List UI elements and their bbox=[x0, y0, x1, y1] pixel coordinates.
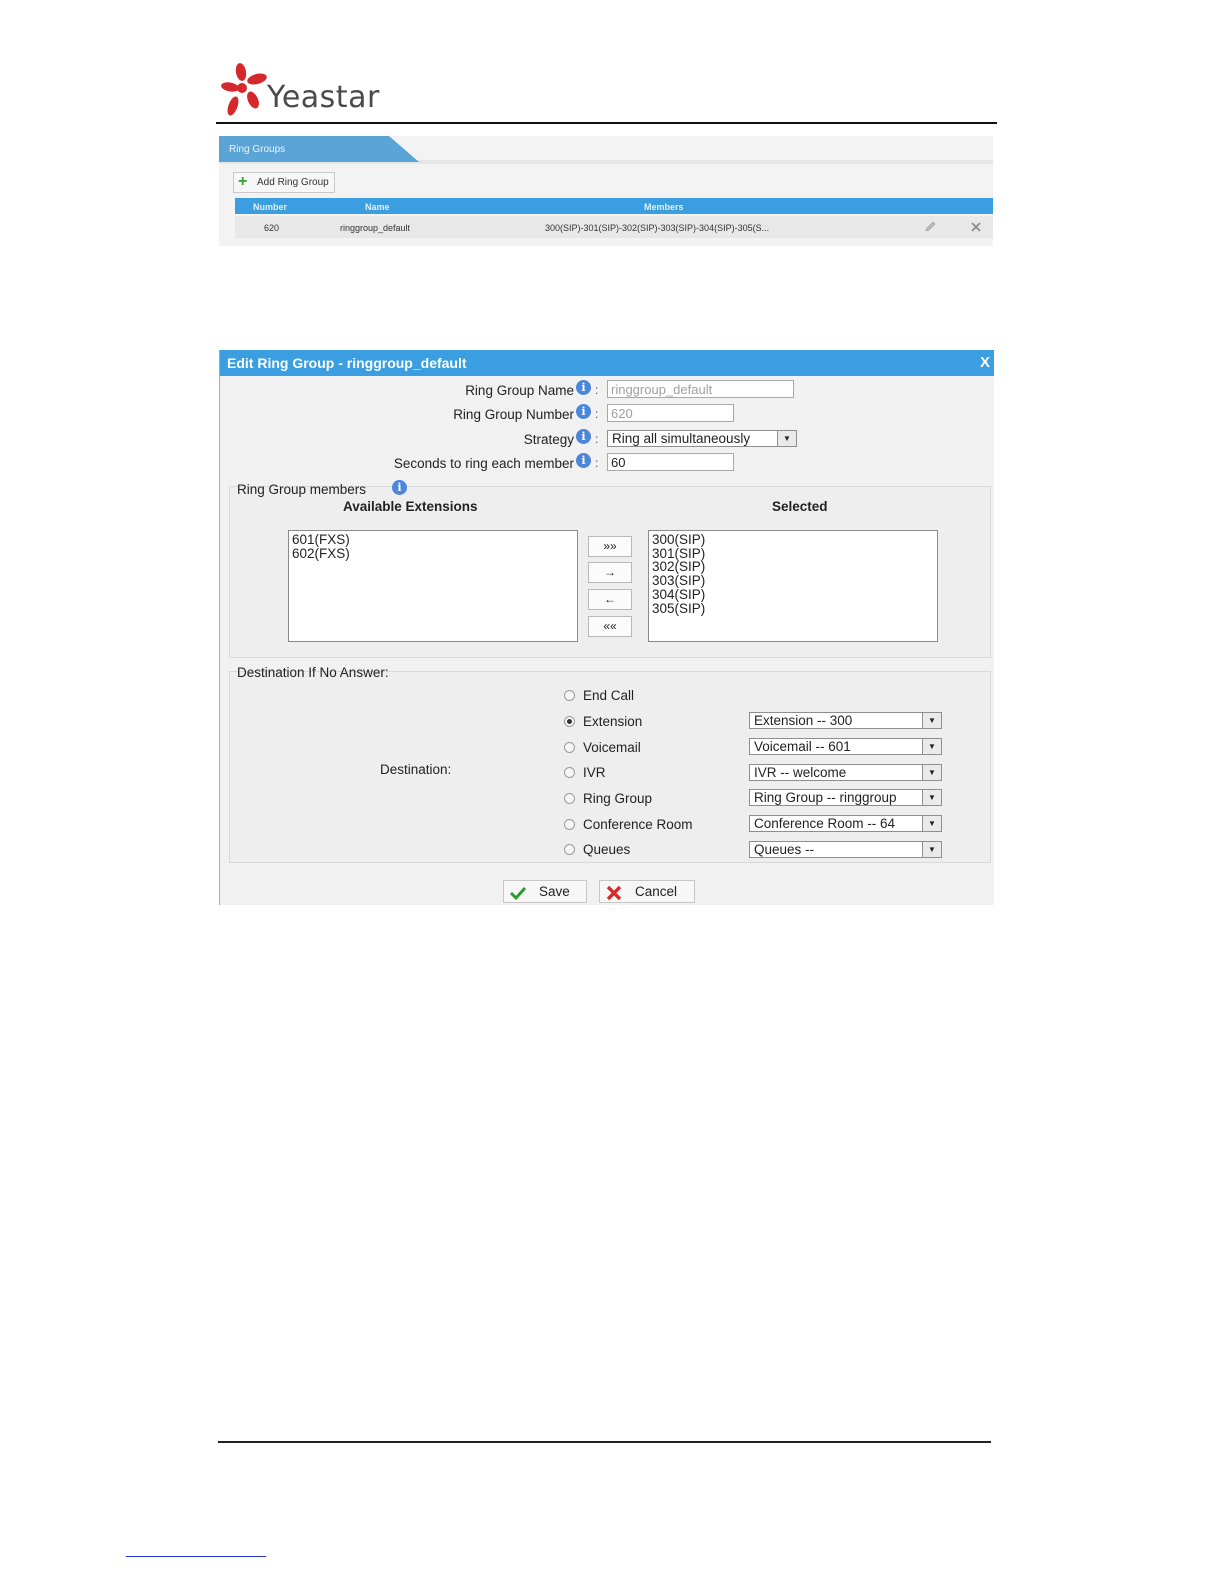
row-number: 620 bbox=[264, 223, 280, 233]
colon: : bbox=[595, 383, 599, 397]
seconds-row: Seconds to ring each member i : 60 bbox=[220, 453, 994, 475]
ring-group-number-row: Ring Group Number i : 620 bbox=[220, 404, 994, 426]
strategy-label: Strategy bbox=[523, 432, 574, 447]
available-heading: Available Extensions bbox=[343, 499, 478, 514]
row-name: ringgroup_default bbox=[340, 223, 411, 233]
delete-icon[interactable] bbox=[971, 222, 981, 232]
list-item[interactable]: 602(FXS) bbox=[292, 546, 574, 561]
footer-rule bbox=[218, 1441, 991, 1443]
option-conference-room[interactable]: Conference Room bbox=[564, 817, 754, 835]
queues-select[interactable]: Queues -- ▼ bbox=[749, 841, 942, 858]
radio-ring-group[interactable] bbox=[564, 793, 575, 804]
ring-group-number-input[interactable]: 620 bbox=[607, 404, 734, 422]
list-item[interactable]: 300(SIP) bbox=[652, 533, 934, 547]
flower-logo-icon bbox=[221, 63, 267, 116]
table-header: Number Name Members bbox=[235, 198, 993, 214]
header-rule bbox=[216, 122, 997, 124]
list-item[interactable]: 303(SIP) bbox=[652, 574, 934, 588]
option-end-call[interactable]: End Call bbox=[564, 688, 754, 706]
selected-extensions-list[interactable]: 300(SIP) 301(SIP) 302(SIP) 303(SIP) 304(… bbox=[648, 530, 938, 642]
radio-ivr[interactable] bbox=[564, 767, 575, 778]
extension-select[interactable]: Extension -- 300 ▼ bbox=[749, 712, 942, 729]
option-ring-group[interactable]: Ring Group bbox=[564, 791, 754, 809]
edit-icon[interactable] bbox=[924, 221, 936, 233]
strategy-row: Strategy i : Ring all simultaneously ▼ bbox=[220, 429, 994, 451]
chevron-down-icon: ▼ bbox=[922, 816, 941, 831]
edit-ring-group-dialog: Edit Ring Group - ringgroup_default X Ri… bbox=[219, 350, 994, 905]
close-icon[interactable]: X bbox=[980, 354, 990, 371]
ivr-select[interactable]: IVR -- welcome ▼ bbox=[749, 764, 942, 781]
radio-conference-room[interactable] bbox=[564, 819, 575, 830]
add-all-button[interactable]: »» bbox=[588, 536, 632, 557]
ring-group-number-label: Ring Group Number bbox=[453, 407, 574, 422]
colon: : bbox=[595, 432, 599, 446]
list-item[interactable]: 304(SIP) bbox=[652, 588, 934, 602]
list-item[interactable]: 301(SIP) bbox=[652, 546, 934, 561]
radio-extension[interactable] bbox=[564, 716, 575, 727]
colon: : bbox=[595, 407, 599, 421]
option-voicemail[interactable]: Voicemail bbox=[564, 740, 754, 758]
ring-group-name-label: Ring Group Name bbox=[465, 383, 574, 398]
dialog-title: Edit Ring Group - ringgroup_default bbox=[227, 355, 467, 371]
chevron-down-icon: ▼ bbox=[922, 790, 941, 805]
strategy-select[interactable]: Ring all simultaneously ▼ bbox=[607, 430, 797, 447]
destination-label: Destination: bbox=[380, 762, 452, 777]
info-icon[interactable]: i bbox=[576, 453, 591, 468]
radio-end-call[interactable] bbox=[564, 690, 575, 701]
chevron-down-icon: ▼ bbox=[922, 739, 941, 754]
seconds-label: Seconds to ring each member bbox=[393, 456, 574, 471]
add-ring-group-button[interactable]: + Add Ring Group bbox=[233, 172, 335, 193]
dialog-titlebar: Edit Ring Group - ringgroup_default X bbox=[220, 350, 994, 376]
info-icon[interactable]: i bbox=[392, 480, 407, 495]
conference-room-select[interactable]: Conference Room -- 64 ▼ bbox=[749, 815, 942, 832]
option-extension[interactable]: Extension bbox=[564, 714, 754, 732]
red-x-icon bbox=[606, 885, 622, 901]
checkmark-icon bbox=[509, 886, 527, 901]
ring-groups-panel: Ring Groups + Add Ring Group Number Name… bbox=[219, 136, 993, 246]
column-number: Number bbox=[253, 202, 288, 212]
column-name: Name bbox=[365, 202, 390, 212]
radio-voicemail[interactable] bbox=[564, 742, 575, 753]
tab-ring-groups[interactable]: Ring Groups bbox=[219, 136, 419, 162]
table-row[interactable]: 620 ringgroup_default 300(SIP)-301(SIP)-… bbox=[235, 216, 993, 238]
members-section-label: Ring Group members bbox=[237, 482, 367, 497]
save-button[interactable]: Save bbox=[503, 880, 587, 903]
available-extensions-list[interactable]: 601(FXS) 602(FXS) bbox=[288, 530, 578, 642]
seconds-input[interactable]: 60 bbox=[607, 453, 734, 471]
cancel-button[interactable]: Cancel bbox=[599, 880, 695, 903]
remove-selected-button[interactable]: ← bbox=[588, 589, 632, 610]
voicemail-select[interactable]: Voicemail -- 601 ▼ bbox=[749, 738, 942, 755]
row-members: 300(SIP)-301(SIP)-302(SIP)-303(SIP)-304(… bbox=[545, 223, 770, 233]
info-icon[interactable]: i bbox=[576, 429, 591, 444]
yeastar-logo: Yeastar bbox=[220, 60, 379, 118]
chevron-down-icon: ▼ bbox=[777, 431, 796, 446]
footer-link-underline[interactable] bbox=[126, 1556, 266, 1557]
list-item[interactable]: 601(FXS) bbox=[292, 533, 574, 547]
ring-group-select[interactable]: Ring Group -- ringgroup ▼ bbox=[749, 789, 942, 806]
option-ivr[interactable]: IVR bbox=[564, 765, 754, 783]
plus-icon: + bbox=[238, 173, 248, 190]
brand-name: Yeastar bbox=[267, 80, 380, 115]
chevron-down-icon: ▼ bbox=[922, 842, 941, 857]
info-icon[interactable]: i bbox=[576, 380, 591, 395]
destination-panel: Destination If No Answer: Destination: E… bbox=[229, 665, 991, 863]
selected-heading: Selected bbox=[772, 499, 828, 514]
column-members: Members bbox=[644, 202, 684, 212]
info-icon[interactable]: i bbox=[576, 404, 591, 419]
add-selected-button[interactable]: → bbox=[588, 562, 632, 583]
chevron-down-icon: ▼ bbox=[922, 765, 941, 780]
ring-group-name-row: Ring Group Name i : ringgroup_default bbox=[220, 380, 994, 402]
remove-all-button[interactable]: «« bbox=[588, 616, 632, 637]
ring-group-name-input[interactable]: ringgroup_default bbox=[607, 380, 794, 398]
destination-section-label: Destination If No Answer: bbox=[237, 665, 389, 680]
option-queues[interactable]: Queues bbox=[564, 842, 754, 860]
colon: : bbox=[595, 456, 599, 470]
chevron-down-icon: ▼ bbox=[922, 713, 941, 728]
members-panel: Ring Group members i Available Extension… bbox=[229, 480, 991, 658]
list-item[interactable]: 302(SIP) bbox=[652, 560, 934, 574]
radio-queues[interactable] bbox=[564, 844, 575, 855]
list-item[interactable]: 305(SIP) bbox=[652, 601, 934, 616]
